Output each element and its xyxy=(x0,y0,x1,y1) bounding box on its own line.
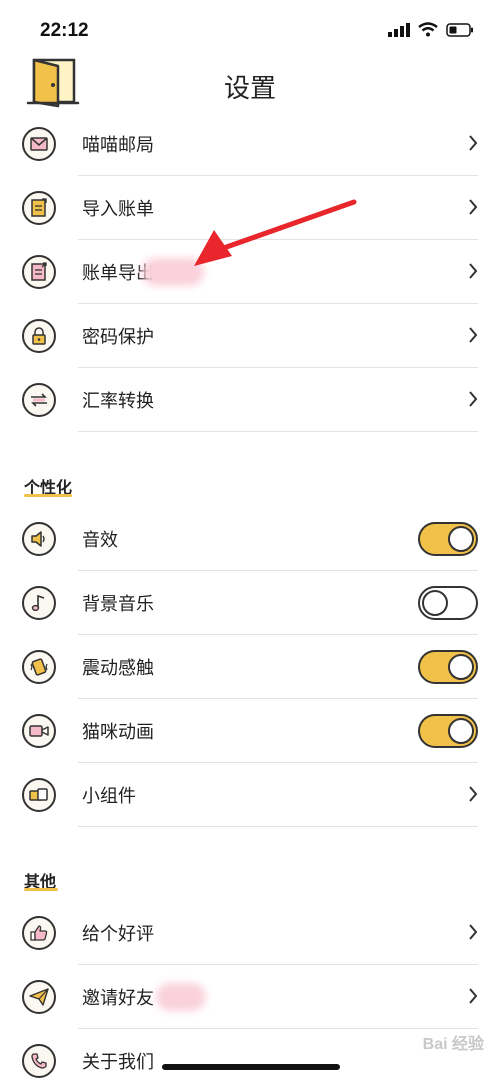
thumbs-up-icon xyxy=(22,916,56,950)
speaker-icon xyxy=(22,522,56,556)
music-note-icon xyxy=(22,586,56,620)
status-icons xyxy=(388,22,474,37)
lock-icon xyxy=(22,319,56,353)
vibration-phone-icon xyxy=(22,650,56,684)
list-item-rate-app[interactable]: 给个好评 xyxy=(22,901,478,965)
cat-animation-toggle[interactable] xyxy=(418,714,478,748)
status-bar: 22:12 xyxy=(0,0,500,60)
toggle-knob xyxy=(422,590,448,616)
list-item-mail[interactable]: 喵喵邮局 xyxy=(22,112,478,176)
list-item-label: 背景音乐 xyxy=(82,594,154,614)
home-indicator[interactable] xyxy=(162,1064,340,1070)
list-item-label: 音效 xyxy=(82,530,118,550)
phone-icon xyxy=(22,1044,56,1078)
export-bill-icon xyxy=(22,255,56,289)
list-item-label: 给个好评 xyxy=(82,924,154,944)
chevron-right-icon xyxy=(469,199,478,215)
list-item-label: 汇率转换 xyxy=(82,391,154,411)
exchange-icon xyxy=(22,383,56,417)
toggle-knob xyxy=(448,718,474,744)
annotation-arrow xyxy=(194,199,357,266)
video-camera-icon xyxy=(22,714,56,748)
toggle-knob xyxy=(448,654,474,680)
signal-icon xyxy=(388,22,410,37)
list-item-invite-friends[interactable]: 邀请好友 xyxy=(22,965,478,1029)
chevron-right-icon xyxy=(469,327,478,343)
list-item-about-us[interactable]: 关于我们 xyxy=(22,1029,478,1082)
list-item-widget[interactable]: 小组件 xyxy=(22,763,478,827)
chevron-right-icon xyxy=(469,135,478,151)
battery-icon xyxy=(446,22,473,37)
import-bill-icon xyxy=(22,191,56,225)
list-item-exchange-rate[interactable]: 汇率转换 xyxy=(22,368,478,432)
list-item-label: 震动感触 xyxy=(82,658,154,678)
list-item-label: 小组件 xyxy=(82,786,136,806)
chevron-right-icon xyxy=(469,263,478,279)
list-item-sound-effect[interactable]: 音效 xyxy=(22,507,478,571)
list-item-label: 导入账单 xyxy=(82,199,154,219)
status-time: 22:12 xyxy=(40,20,89,41)
section-underline xyxy=(24,888,58,891)
widget-icon xyxy=(22,778,56,812)
list-item-password-protect[interactable]: 密码保护 xyxy=(22,304,478,368)
list-item-label: 猫咪动画 xyxy=(82,722,154,742)
page-title: 设置 xyxy=(223,73,276,103)
list-item-cat-animation[interactable]: 猫咪动画 xyxy=(22,699,478,763)
section-underline xyxy=(24,494,72,497)
toggle-knob xyxy=(448,526,474,552)
chevron-right-icon xyxy=(469,786,478,802)
mail-icon xyxy=(22,127,56,161)
list-item-label: 喵喵邮局 xyxy=(82,135,154,155)
vibration-toggle[interactable] xyxy=(418,650,478,684)
list-item-background-music[interactable]: 背景音乐 xyxy=(22,571,478,635)
wifi-icon xyxy=(418,22,438,37)
divider xyxy=(78,431,478,432)
chevron-right-icon xyxy=(469,988,478,1004)
list-item-label: 密码保护 xyxy=(82,327,154,347)
list-item-label: 关于我们 xyxy=(82,1052,154,1072)
sound-effect-toggle[interactable] xyxy=(418,522,478,556)
chevron-right-icon xyxy=(469,391,478,407)
background-music-toggle[interactable] xyxy=(418,586,478,620)
list-item-label: 邀请好友 xyxy=(82,988,154,1008)
paper-plane-icon xyxy=(22,980,56,1014)
watermark-text: Bai 经验 xyxy=(422,1036,484,1053)
divider xyxy=(78,826,478,827)
list-item-vibration[interactable]: 震动感触 xyxy=(22,635,478,699)
blurred-mark xyxy=(156,983,206,1011)
chevron-right-icon xyxy=(469,924,478,940)
